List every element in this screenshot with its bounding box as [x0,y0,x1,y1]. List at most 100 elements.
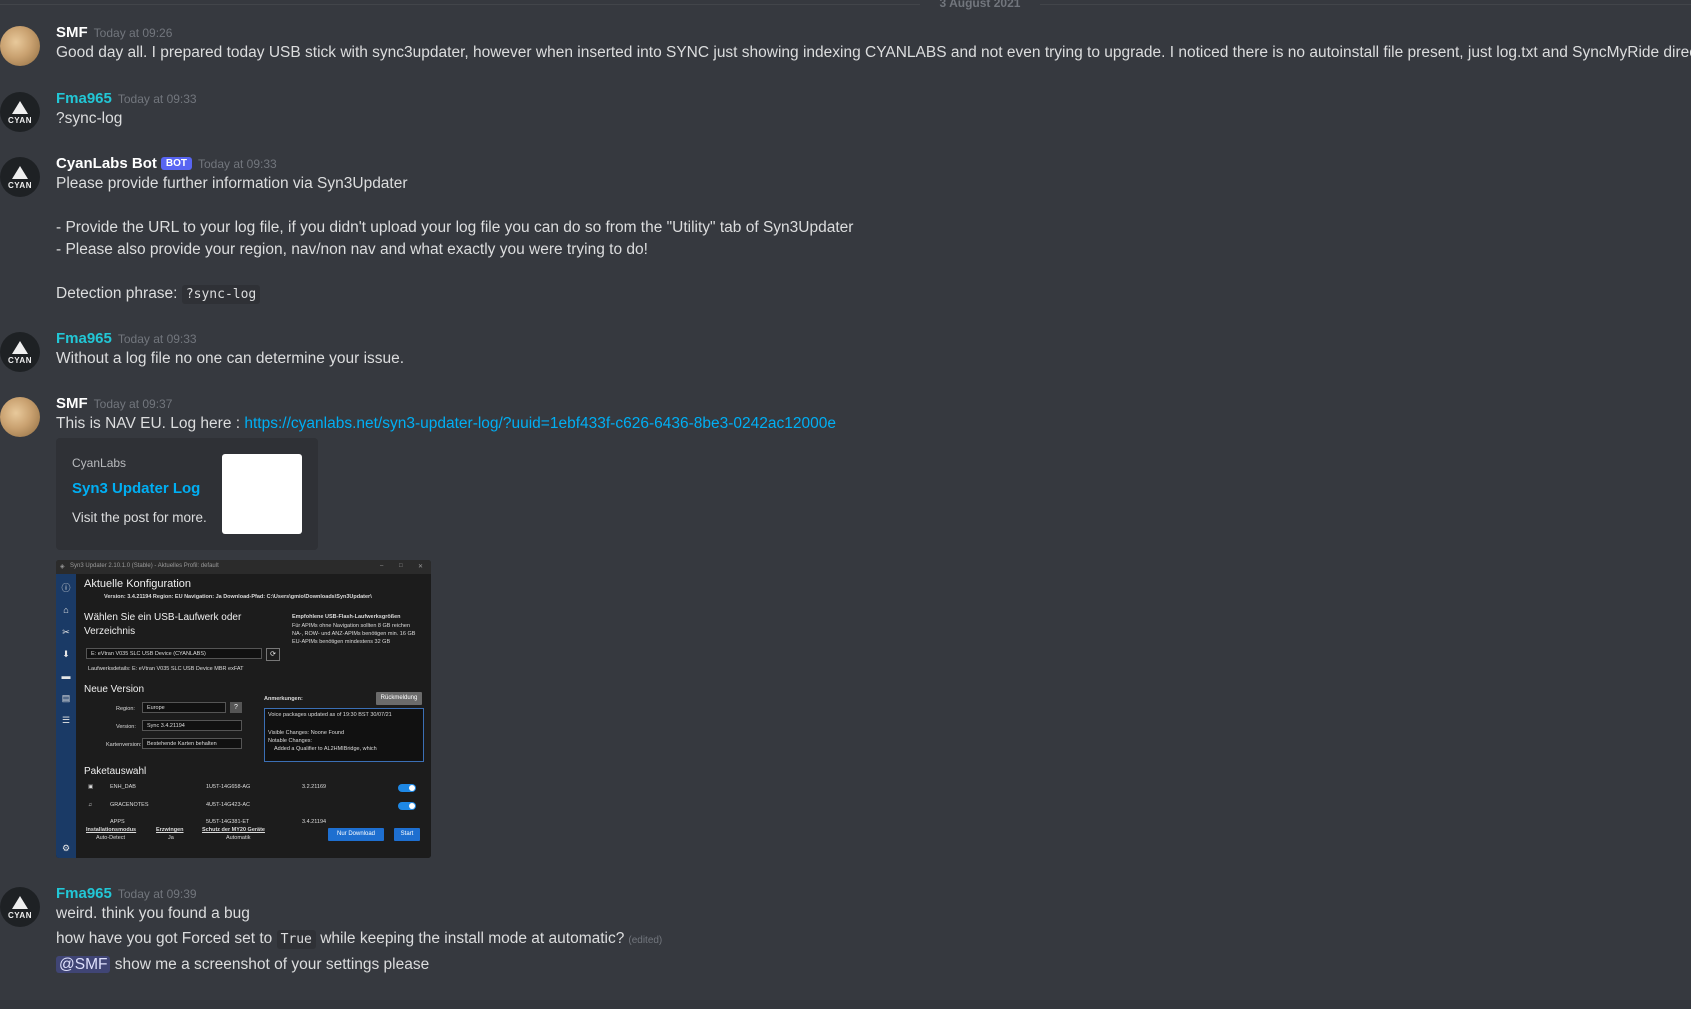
message-text: ?sync-log [56,110,123,127]
message-text: This is NAV EU. Log here : https://cyanl… [56,415,836,433]
packages-heading: Paketauswahl [84,766,147,777]
avatar[interactable] [0,26,40,66]
force-value: Ja [168,835,174,841]
author-name[interactable]: Fma965 [56,90,112,107]
package-part: 1U5T-14G658-AG [206,784,251,790]
detection-line: Detection phrase: ?sync-log [56,285,261,304]
message-text: Without a log file no one can determine … [56,350,405,367]
attachment-footer: Installationsmodus Auto-Detect Erzwingen… [76,823,431,858]
timestamp: Today at 09:26 [93,26,173,40]
date-divider: 3 August 2021 [0,0,1691,10]
usb-recommend-line: Für APIMs ohne Navigation sollten 8 GB r… [292,623,411,629]
avatar-logo-text: CYAN [8,116,32,125]
timestamp: Today at 09:33 [117,332,197,346]
bot-badge: BOT [160,157,192,170]
author-name[interactable]: Fma965 [56,885,112,902]
region-label: Region: [116,706,135,712]
maximize-icon: □ [399,563,403,569]
refresh-icon: ⟳ [266,648,280,661]
install-mode-value: Auto-Detect [96,835,126,841]
message-text: weird. think you found a bug [56,905,250,922]
notes-label: Anmerkungen: [264,696,303,702]
message-header: Fma965 Today at 09:33 [56,330,197,348]
message-text: how have you got Forced set to True whil… [56,930,663,949]
package-icon: ▣ [88,784,94,790]
embed-title[interactable]: Syn3 Updater Log [72,480,200,497]
detection-label: Detection phrase: [56,285,178,302]
text-segment: how have you got Forced set to [56,930,277,947]
notes-line: Added a Qualifier to AL2HMIBridge, which [274,746,377,752]
author-name[interactable]: CyanLabs Bot [56,155,157,172]
message-text: @SMF show me a screenshot of your settin… [56,956,429,974]
info-icon: ⓘ [61,583,71,593]
force-label: Erzwingen [156,827,184,833]
version-label: Version: [116,724,136,730]
message-text: - Provide the URL to your log file, if y… [56,219,854,236]
avatar[interactable]: CYAN [0,887,40,927]
author-name[interactable]: SMF [56,24,88,41]
timestamp: Today at 09:37 [93,397,173,411]
message-header: SMF Today at 09:37 [56,395,172,413]
minimize-icon: – [380,563,384,569]
avatar[interactable]: CYAN [0,92,40,132]
home-icon: ⌂ [63,605,69,615]
bottom-edge [0,1000,1691,1009]
image-attachment[interactable]: ◈ Syn3 Updater 2.10.1.0 (Stable) - Aktue… [56,560,431,858]
list-icon: ☰ [61,715,71,725]
avatar-logo-text: CYAN [8,356,32,365]
help-icon: ? [230,702,242,713]
message-header: Fma965 Today at 09:39 [56,885,197,903]
tools-icon: ✂ [62,627,70,637]
music-icon: ♫ [88,802,93,808]
version-select: Sync 3.4.21194 [142,720,242,731]
avatar[interactable] [0,397,40,437]
usb-drive-select: E: eVtran V035 SLC USB Device (CYANLABS) [86,648,262,659]
close-icon: ✕ [418,564,424,570]
new-version-heading: Neue Version [84,684,145,695]
maps-label: Kartenversion: [106,742,142,748]
start-button: Start [394,828,420,841]
package-toggle [398,784,416,792]
usb-heading-2: Verzeichnis [84,626,136,637]
notes-line: Visible Changes: Noone Found [268,730,345,736]
message-text: Good day all. I prepared today USB stick… [56,44,1691,61]
maps-select: Bestehende Karten behalten [142,738,242,749]
log-link[interactable]: https://cyanlabs.net/syn3-updater-log/?u… [244,415,836,432]
avatar[interactable]: CYAN [0,332,40,372]
package-name: ENH_DAB [110,784,136,790]
attachment-sidebar: ⓘ ⌂ ✂ ⬇ ▬ ▤ ☰ ⚙ [56,574,76,858]
link-embed: CyanLabs Syn3 Updater Log Visit the post… [56,438,318,550]
usb-heading: Wählen Sie ein USB-Laufwerk oder [84,612,242,623]
install-mode-label: Installationsmodus [86,827,137,833]
timestamp: Today at 09:39 [117,887,197,901]
message-header: CyanLabs Bot BOT Today at 09:33 [56,155,277,173]
inline-code: ?sync-log [181,285,261,304]
avatar-logo-text: CYAN [8,181,32,190]
text-segment: while keeping the install mode at automa… [315,930,625,947]
message-header: SMF Today at 09:26 [56,24,172,42]
download-icon: ⬇ [62,649,70,659]
divider-line [0,4,1691,5]
config-line: Version: 3.4.21194 Region: EU Navigation… [104,594,372,600]
my20-label: Schutz der MY20 Geräte [202,827,265,833]
avatar[interactable]: CYAN [0,157,40,197]
notes-line: Notable Changes: [268,738,313,744]
document-icon: ▤ [61,693,71,703]
download-only-button: Nur Download [328,828,384,841]
message-text-prefix: This is NAV EU. Log here : [56,415,245,432]
embed-provider[interactable]: CyanLabs [72,456,126,470]
car-icon: ▬ [61,671,71,681]
package-version: 3.2.21169 [302,784,327,790]
author-name[interactable]: SMF [56,395,88,412]
package-toggle [398,802,416,810]
usb-recommend-line: EU-APIMs benötigen mindestens 32 GB [292,639,391,645]
text-segment: show me a screenshot of your settings pl… [110,956,430,973]
flask-icon [12,101,28,114]
flask-icon [12,341,28,354]
usb-recommend-title: Empfohlene USB-Flash-Laufwerksgrößen [292,614,401,620]
embed-thumbnail[interactable] [222,454,302,534]
attachment-window-titlebar: ◈ Syn3 Updater 2.10.1.0 (Stable) - Aktue… [56,560,431,574]
edited-marker: (edited) [628,935,663,946]
user-mention[interactable]: @SMF [56,956,111,973]
author-name[interactable]: Fma965 [56,330,112,347]
